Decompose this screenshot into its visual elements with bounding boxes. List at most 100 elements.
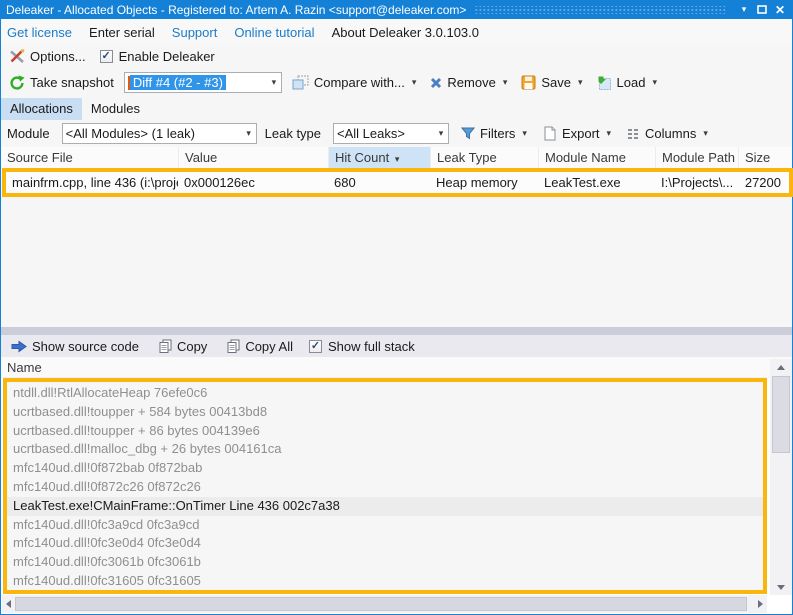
save-icon (521, 75, 536, 90)
export-label: Export (561, 126, 600, 141)
chevron-down-icon: ▾ (522, 128, 527, 138)
column-header-leak-type[interactable]: Leak Type (431, 147, 539, 168)
remove-button[interactable]: Remove ▾ (426, 73, 511, 92)
take-snapshot-button[interactable]: Take snapshot (5, 73, 118, 93)
column-header-source-file[interactable]: Source File (1, 147, 179, 168)
cell-value: 0x000126ec (184, 175, 255, 190)
enable-deleaker-checkbox[interactable]: ✓ Enable Deleaker (99, 49, 215, 64)
stack-frame[interactable]: ucrtbased.dll!toupper + 86 bytes 004139e… (7, 422, 763, 441)
stack-frame[interactable]: mfc140ud.dll!0fc31605 0fc31605 (7, 572, 763, 590)
tab-bar: Allocations Modules (1, 97, 792, 120)
chevron-down-icon: ▾ (411, 77, 417, 87)
stack-toolbar: Show source code Copy Copy All ✓ Show fu… (1, 335, 792, 357)
sort-descending-icon: ▾ (394, 154, 400, 164)
copy-all-label: Copy All (245, 338, 294, 354)
chevron-down-icon: ▾ (502, 77, 508, 87)
filters-button[interactable]: Filters ▾ (457, 124, 531, 143)
module-filter-arrow[interactable]: ▾ (240, 124, 256, 143)
menu-item-online-tutorial[interactable]: Online tutorial (234, 25, 314, 40)
column-header-module-path[interactable]: Module Path (656, 147, 739, 168)
triangle-up-icon (777, 364, 785, 370)
stack-column-header-name[interactable]: Name (1, 357, 792, 378)
load-label: Load (616, 75, 646, 90)
snapshot-combobox[interactable]: Diff #4 (#2 - #3) ▾ (123, 72, 282, 93)
column-header-module-name[interactable]: Module Name (539, 147, 656, 168)
save-button[interactable]: Save ▾ (517, 73, 586, 92)
show-full-stack-checkbox[interactable]: ✓ Show full stack (309, 339, 415, 354)
close-button[interactable]: ✕ (771, 2, 789, 17)
leak-type-arrow[interactable]: ▾ (432, 124, 448, 143)
menu-item-get-license[interactable]: Get license (7, 25, 72, 40)
chevron-down-icon: ▾ (246, 128, 251, 138)
chevron-down-icon: ▾ (578, 77, 583, 87)
chevron-down-icon: ▾ (438, 128, 444, 138)
checkmark-icon: ✓ (101, 50, 111, 62)
vertical-scrollbar-thumb[interactable] (772, 376, 790, 453)
column-header-size[interactable]: Size (739, 147, 793, 168)
maximize-icon (757, 5, 767, 14)
chevron-down-icon: ▾ (606, 128, 612, 138)
leak-type-combobox[interactable]: <All Leaks> ▾ (333, 123, 450, 144)
chevron-down-icon: ▾ (703, 128, 708, 138)
remove-icon (431, 77, 442, 88)
show-source-code-button[interactable]: Show source code (7, 337, 143, 356)
copy-button[interactable]: Copy (155, 337, 211, 356)
stack-frame[interactable]: ntdll.dll!RtlAllocateHeap 76efe0c6 (7, 384, 763, 403)
columns-button[interactable]: Columns ▾ (623, 124, 712, 143)
cell-module-path: I:\Projects\... (661, 175, 734, 190)
refresh-icon (10, 74, 25, 90)
cell-hit-count: 680 (334, 175, 356, 190)
take-snapshot-label: Take snapshot (30, 75, 114, 90)
cell-module-name: LeakTest.exe (544, 175, 621, 190)
load-button[interactable]: Load ▾ (593, 73, 661, 92)
stack-frame-current[interactable]: LeakTest.exe!CMainFrame::OnTimer Line 43… (7, 496, 763, 516)
scroll-up-button[interactable] (770, 361, 792, 373)
save-label: Save (541, 75, 572, 90)
menu-item-enter-serial[interactable]: Enter serial (89, 25, 155, 40)
column-header-value[interactable]: Value (179, 147, 329, 168)
stack-frame[interactable]: mfc140ud.dll!0fc3a9cd 0fc3a9cd (7, 516, 763, 535)
pane-splitter[interactable] (1, 327, 792, 335)
snapshot-toolbar: Take snapshot Diff #4 (#2 - #3) ▾ Compar… (1, 68, 792, 97)
stack-frame[interactable]: ucrtbased.dll!toupper + 584 bytes 00413b… (7, 403, 763, 422)
menu-item-support[interactable]: Support (172, 25, 218, 40)
copy-all-button[interactable]: Copy All (223, 337, 297, 356)
compare-with-label: Compare with... (313, 75, 405, 90)
column-header-hit-count[interactable]: Hit Count ▾ (329, 147, 431, 168)
filter-bar: Module <All Modules> (1 leak) ▾ Leak typ… (1, 120, 792, 147)
compare-with-button[interactable]: Compare with... ▾ (288, 73, 421, 92)
cell-size: 27200 (744, 175, 781, 190)
menu-item-about[interactable]: About Deleaker 3.0.103.0 (332, 25, 479, 40)
show-full-stack-label: Show full stack (328, 338, 415, 354)
stack-frame[interactable]: mfc140ud.dll!0f872c26 0f872c26 (7, 478, 763, 497)
scroll-left-button[interactable] (3, 595, 14, 613)
stack-frame[interactable]: ucrtbased.dll!malloc_dbg + 26 bytes 0041… (7, 440, 763, 459)
export-button[interactable]: Export ▾ (539, 124, 615, 143)
options-button[interactable]: Options... (5, 47, 90, 66)
chevron-down-icon: ▾ (271, 77, 277, 87)
snapshot-combobox-value: Diff #4 (#2 - #3) (125, 73, 265, 92)
module-filter-combobox[interactable]: <All Modules> (1 leak) ▾ (61, 123, 257, 144)
filter-icon (461, 127, 476, 140)
horizontal-scrollbar[interactable] (2, 595, 767, 613)
vertical-scrollbar[interactable] (770, 359, 792, 595)
maximize-button[interactable] (753, 2, 771, 17)
chevron-down-icon: ▾ (741, 4, 747, 14)
columns-label: Columns (645, 126, 697, 141)
scroll-right-button[interactable] (755, 595, 766, 613)
table-row[interactable]: mainfrm.cpp, line 436 (i:\proje... 0x000… (2, 168, 793, 197)
scroll-down-button[interactable] (770, 581, 792, 593)
snapshot-combobox-arrow[interactable]: ▾ (265, 73, 281, 92)
window-title: Deleaker - Allocated Objects - Registere… (6, 2, 467, 17)
tab-modules[interactable]: Modules (82, 98, 149, 120)
arrow-right-icon (11, 340, 27, 352)
filters-label: Filters (480, 126, 516, 141)
allocations-table-header: Source File Value Hit Count ▾ Leak Type … (1, 147, 792, 168)
tab-allocations[interactable]: Allocations (1, 97, 82, 120)
stack-frame[interactable]: mfc140ud.dll!0fc3e0d4 0fc3e0d4 (7, 534, 763, 553)
stack-frame[interactable]: mfc140ud.dll!0f872bab 0f872bab (7, 459, 763, 478)
window-menu-button[interactable]: ▾ (735, 2, 753, 17)
stack-frame[interactable]: mfc140ud.dll!0fc3061b 0fc3061b (7, 553, 763, 572)
copy-label: Copy (176, 338, 208, 354)
horizontal-scrollbar-thumb[interactable] (15, 597, 747, 611)
